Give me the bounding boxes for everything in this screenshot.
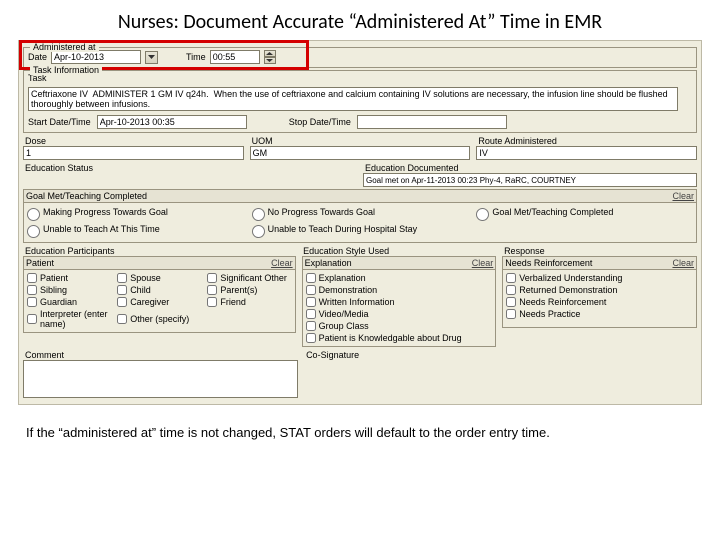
- part-3: Sibling: [40, 285, 67, 295]
- goal-met-header: Goal Met/Teaching Completed: [26, 191, 147, 201]
- style-chk-2[interactable]: [306, 297, 316, 307]
- goal-opt-0: Making Progress Towards Goal: [43, 207, 168, 217]
- part-7: Caregiver: [130, 297, 169, 307]
- style-2: Written Information: [319, 297, 395, 307]
- resp-0: Verbalized Understanding: [519, 273, 622, 283]
- section-task-info: Task Information Task Start Date/Time St…: [23, 70, 697, 133]
- style-chk-4[interactable]: [306, 321, 316, 331]
- style-3: Video/Media: [319, 309, 369, 319]
- part-9: Interpreter (enter name): [40, 309, 111, 329]
- time-spin-up[interactable]: [264, 50, 276, 57]
- response-clear[interactable]: Clear: [672, 258, 694, 268]
- uom-label: UOM: [250, 135, 471, 146]
- style-0: Explanation: [319, 273, 366, 283]
- date-input[interactable]: [51, 50, 141, 64]
- stop-date-input[interactable]: [357, 115, 507, 129]
- style-chk-3[interactable]: [306, 309, 316, 319]
- section-administered-at: Administered at Date Time: [23, 47, 697, 68]
- section-title-task: Task Information: [30, 65, 102, 75]
- goal-radio-1[interactable]: [252, 208, 265, 221]
- part-6: Guardian: [40, 297, 77, 307]
- part-chk-6[interactable]: [27, 297, 37, 307]
- task-input[interactable]: [28, 87, 678, 111]
- part-chk-10[interactable]: [117, 314, 127, 324]
- part-chk-8[interactable]: [207, 297, 217, 307]
- cosig-label: Co-Signature: [304, 349, 697, 360]
- part-chk-9[interactable]: [27, 314, 37, 324]
- start-date-input[interactable]: [97, 115, 247, 129]
- uom-value[interactable]: GM: [250, 146, 471, 160]
- date-label: Date: [28, 52, 47, 62]
- style-chk-5[interactable]: [306, 333, 316, 343]
- goal-met-clear[interactable]: Clear: [672, 191, 694, 201]
- resp-chk-1[interactable]: [506, 285, 516, 295]
- style-4: Group Class: [319, 321, 369, 331]
- response-label: Response: [502, 245, 697, 256]
- goal-opt-1: No Progress Towards Goal: [268, 207, 375, 217]
- resp-1: Returned Demonstration: [519, 285, 617, 295]
- part-0: Patient: [40, 273, 68, 283]
- dose-value[interactable]: 1: [23, 146, 244, 160]
- stop-date-label: Stop Date/Time: [289, 117, 351, 127]
- edu-doc-value: Goal met on Apr-11-2013 00:23 Phy-4, RaR…: [363, 173, 697, 187]
- goal-opt-4: Unable to Teach During Hospital Stay: [268, 224, 417, 234]
- participants-label: Education Participants: [23, 245, 295, 256]
- part-1: Spouse: [130, 273, 161, 283]
- part-chk-2[interactable]: [207, 273, 217, 283]
- style-header: Explanation: [305, 258, 352, 268]
- goal-radio-3[interactable]: [27, 225, 40, 238]
- style-chk-1[interactable]: [306, 285, 316, 295]
- goal-opt-3: Unable to Teach At This Time: [43, 224, 160, 234]
- participants-header: Patient: [26, 258, 54, 268]
- resp-2: Needs Reinforcement: [519, 297, 606, 307]
- page-title: Nurses: Document Accurate “Administered …: [0, 0, 720, 40]
- time-label: Time: [186, 52, 206, 62]
- style-1: Demonstration: [319, 285, 378, 295]
- route-label: Route Administered: [476, 135, 697, 146]
- part-5: Parent(s): [220, 285, 257, 295]
- section-title-administered: Administered at: [30, 42, 99, 52]
- edu-status-label: Education Status: [23, 162, 357, 173]
- comment-input[interactable]: [23, 360, 298, 398]
- part-chk-1[interactable]: [117, 273, 127, 283]
- style-chk-0[interactable]: [306, 273, 316, 283]
- style-clear[interactable]: Clear: [472, 258, 494, 268]
- part-chk-7[interactable]: [117, 297, 127, 307]
- part-4: Child: [130, 285, 151, 295]
- goal-radio-0[interactable]: [27, 208, 40, 221]
- date-dropdown[interactable]: [145, 51, 158, 64]
- dose-label: Dose: [23, 135, 244, 146]
- participants-clear[interactable]: Clear: [271, 258, 293, 268]
- time-spin-down[interactable]: [264, 57, 276, 64]
- part-2: Significant Other: [220, 273, 287, 283]
- emr-form: Administered at Date Time Task Informati…: [18, 40, 702, 405]
- part-chk-4[interactable]: [117, 285, 127, 295]
- part-chk-5[interactable]: [207, 285, 217, 295]
- response-header: Needs Reinforcement: [505, 258, 592, 268]
- goal-opt-2: Goal Met/Teaching Completed: [492, 207, 613, 217]
- resp-chk-0[interactable]: [506, 273, 516, 283]
- part-10: Other (specify): [130, 314, 189, 324]
- goal-radio-4[interactable]: [252, 225, 265, 238]
- part-chk-3[interactable]: [27, 285, 37, 295]
- time-input[interactable]: [210, 50, 260, 64]
- part-chk-0[interactable]: [27, 273, 37, 283]
- footer-note: If the “administered at” time is not cha…: [0, 405, 720, 440]
- edu-doc-label: Education Documented: [363, 162, 697, 173]
- resp-3: Needs Practice: [519, 309, 580, 319]
- style-label: Education Style Used: [301, 245, 496, 256]
- route-value[interactable]: IV: [476, 146, 697, 160]
- part-8: Friend: [220, 297, 246, 307]
- start-date-label: Start Date/Time: [28, 117, 91, 127]
- comment-label: Comment: [23, 349, 298, 360]
- style-5: Patient is Knowledgable about Drug: [319, 333, 462, 343]
- resp-chk-2[interactable]: [506, 297, 516, 307]
- goal-radio-2[interactable]: [476, 208, 489, 221]
- resp-chk-3[interactable]: [506, 309, 516, 319]
